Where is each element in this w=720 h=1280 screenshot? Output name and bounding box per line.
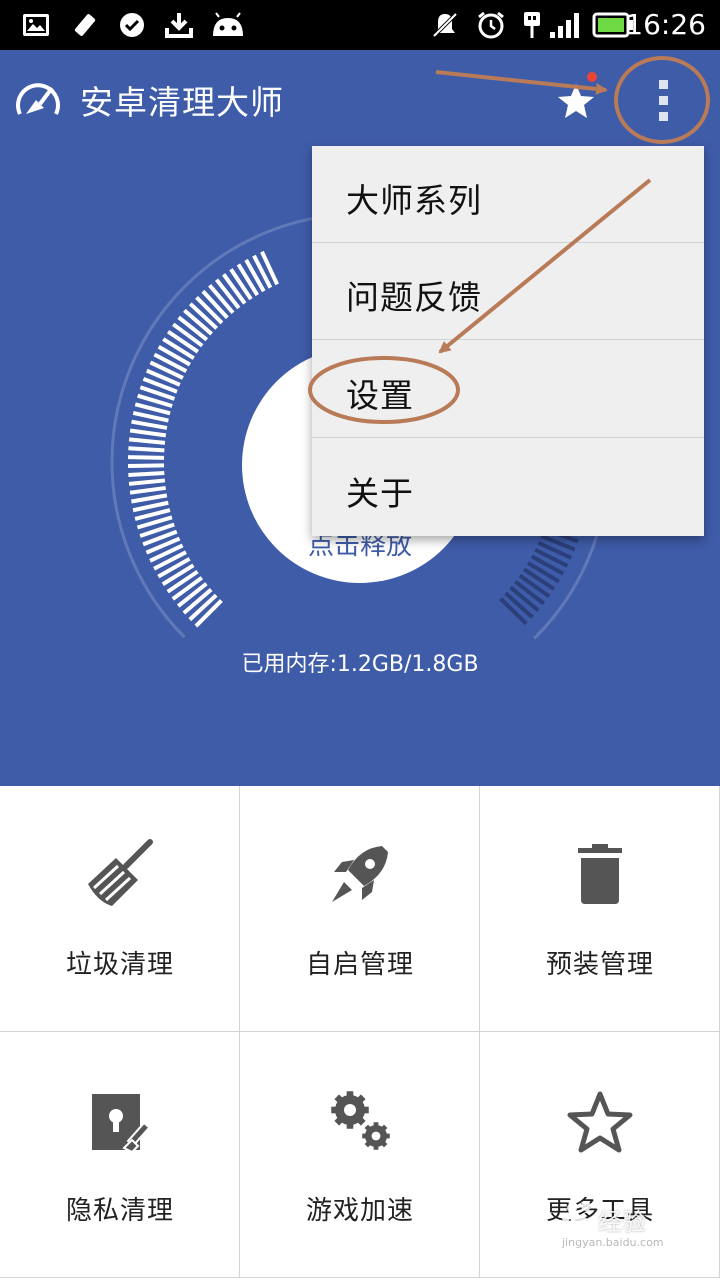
android-icon (210, 9, 246, 41)
gauge-tick (128, 463, 165, 469)
used-memory-text: 已用内存:1.2GB/1.8GB (241, 652, 479, 677)
check-icon (118, 9, 146, 41)
gauge-tick (128, 437, 166, 445)
download-icon (164, 9, 194, 41)
tool-autostart[interactable]: 自启管理 (240, 786, 480, 1032)
gauge-tick (244, 258, 266, 293)
gauge-tick (166, 569, 199, 594)
menu-item-label: 大师系列 (346, 181, 482, 220)
usb-icon (520, 9, 544, 41)
status-time: 16:26 (625, 8, 706, 41)
tool-label: 隐私清理 (65, 1196, 174, 1226)
tool-preinstalled[interactable]: 预装管理 (480, 786, 720, 1032)
gauge-tick (128, 470, 165, 477)
broom-icon (80, 836, 160, 916)
tool-label: 垃圾清理 (65, 950, 174, 980)
tool-game-boost[interactable]: 游戏加速 (240, 1032, 480, 1278)
tool-privacy-clean[interactable]: 隐私清理 (0, 1032, 240, 1278)
alarm-icon (476, 9, 506, 41)
gauge-tick (229, 268, 253, 301)
tool-label: 自启管理 (305, 950, 414, 980)
gauge-tick (530, 554, 565, 576)
gauge-tick (129, 485, 166, 495)
menu-item-label: 关于 (346, 474, 414, 513)
tool-label: 预装管理 (545, 950, 654, 980)
gauge-tick (526, 561, 560, 584)
menu-item-about[interactable]: 关于 (312, 439, 704, 536)
watermark-text: 经验 (598, 1208, 646, 1236)
star-outline-icon (560, 1082, 640, 1162)
no-signal-icon (70, 9, 100, 41)
app-logo-icon (12, 74, 64, 126)
gauge-tick (162, 337, 195, 360)
menu-item-master-series[interactable]: 大师系列 (312, 146, 704, 243)
mute-icon (430, 9, 460, 41)
privacy-lock-icon (80, 1082, 160, 1162)
gauge-tick (157, 557, 191, 579)
gauge-tick (128, 446, 165, 453)
tool-label: 游戏加速 (305, 1196, 414, 1226)
paw-logo-icon (562, 1201, 591, 1230)
gauge-tick (236, 263, 260, 297)
gauge-tick (522, 567, 556, 591)
watermark-site: jingyan.baidu.com (562, 1236, 664, 1249)
gauge-tick (129, 428, 167, 438)
baidu-watermark: 经验 jingyan.baidu.com (560, 1196, 710, 1249)
app-title: 安卓清理大师 (80, 83, 284, 122)
menu-item-label: 问题反馈 (346, 278, 482, 317)
gauge-tick (132, 500, 169, 513)
gauge-tick (128, 478, 166, 486)
gauge-tick (166, 329, 200, 354)
tool-junk-clean[interactable]: 垃圾清理 (0, 786, 240, 1032)
overflow-menu-icon[interactable] (640, 76, 688, 124)
image-icon (22, 9, 50, 41)
gauge-tick (161, 563, 195, 586)
gauge-tick (131, 419, 168, 430)
status-bar: 16:26 (0, 0, 720, 50)
signal-icon (548, 9, 584, 41)
overflow-menu: 大师系列 问题反馈 设置 关于 (312, 146, 704, 536)
gauge-tick (131, 493, 168, 504)
trash-icon (560, 836, 640, 916)
menu-item-settings[interactable]: 设置 (312, 341, 704, 438)
menu-item-feedback[interactable]: 问题反馈 (312, 243, 704, 340)
menu-item-label: 设置 (346, 376, 414, 415)
gauge-tick (132, 411, 169, 423)
gauge-tick (128, 455, 165, 460)
gauge-tick (157, 344, 191, 367)
gears-icon (320, 1082, 400, 1162)
rocket-icon (320, 836, 400, 916)
notification-dot (587, 72, 597, 82)
